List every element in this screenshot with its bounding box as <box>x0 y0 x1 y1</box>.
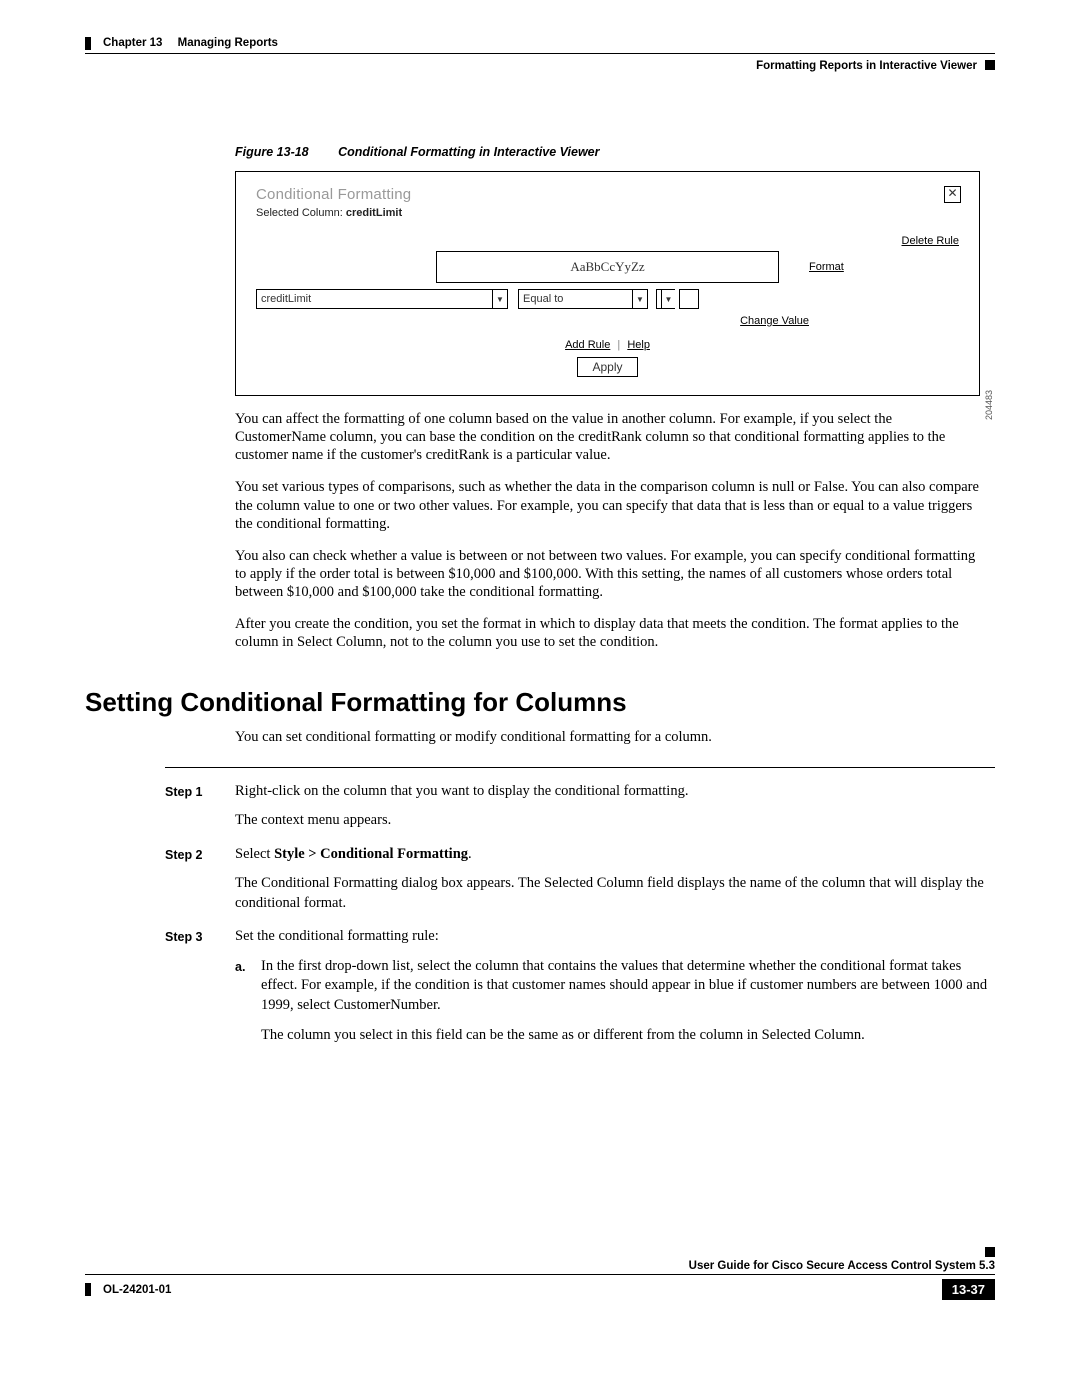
step-label: Step 1 <box>165 782 235 841</box>
step-text: Select Style > Conditional Formatting. <box>235 845 995 865</box>
format-preview-text: AaBbCcYyZz <box>570 259 644 275</box>
help-link[interactable]: Help <box>627 339 650 351</box>
substep-text: In the first drop-down list, select the … <box>261 957 995 1016</box>
step-text: Set the conditional formatting rule: <box>235 927 995 947</box>
close-icon[interactable]: ✕ <box>944 186 961 203</box>
chapter-title: Managing Reports <box>178 37 278 49</box>
header-square-icon <box>985 60 995 70</box>
page-header: Chapter 13 Managing Reports Formatting R… <box>85 35 995 95</box>
section-intro: You can set conditional formatting or mo… <box>235 728 980 746</box>
column-dropdown[interactable]: creditLimit ▼ <box>256 289 508 309</box>
step-label: Step 2 <box>165 845 235 924</box>
substep-row: a. In the first drop-down list, select t… <box>235 957 995 1055</box>
chapter-label: Chapter 13 <box>103 37 162 49</box>
selected-column-value: creditLimit <box>346 207 402 219</box>
footer-guide-title: User Guide for Cisco Secure Access Contr… <box>689 1260 995 1272</box>
chapter-line: Chapter 13 Managing Reports <box>103 37 278 49</box>
body-paragraph: After you create the condition, you set … <box>235 615 980 651</box>
header-subheading: Formatting Reports in Interactive Viewer <box>756 60 977 72</box>
format-link[interactable]: Format <box>809 261 844 273</box>
apply-button[interactable]: Apply <box>577 357 637 377</box>
conditional-formatting-dialog: ✕ Conditional Formatting Selected Column… <box>235 171 980 396</box>
selected-column-label: Selected Column: <box>256 207 343 219</box>
step-text: The context menu appears. <box>235 811 995 831</box>
dialog-actions: Add Rule | Help Apply <box>256 339 959 377</box>
page-number-badge: 13-37 <box>942 1279 995 1300</box>
format-preview-box: AaBbCcYyZz <box>436 251 779 283</box>
figure-caption: Figure 13-18 Conditional Formatting in I… <box>235 145 980 159</box>
dialog-title: Conditional Formatting <box>256 186 959 203</box>
value-input[interactable] <box>679 289 699 309</box>
chevron-down-icon: ▼ <box>492 290 507 308</box>
page-footer: User Guide for Cisco Secure Access Contr… <box>85 1260 995 1300</box>
body-paragraph: You can affect the formatting of one col… <box>235 410 980 464</box>
header-ornament <box>85 37 91 50</box>
operator-dropdown[interactable]: Equal to ▼ <box>518 289 648 309</box>
delete-rule-link[interactable]: Delete Rule <box>902 235 959 247</box>
footer-ornament <box>85 1283 91 1296</box>
delete-rule-area: Delete Rule <box>256 231 959 247</box>
step-row: Step 2 Select Style > Conditional Format… <box>165 845 995 924</box>
value-dropdown[interactable]: ▼ <box>656 289 675 309</box>
step-label: Step 3 <box>165 927 235 1059</box>
section-heading: Setting Conditional Formatting for Colum… <box>85 687 995 718</box>
footer-doc-id: OL-24201-01 <box>103 1284 171 1296</box>
footer-square-icon <box>985 1247 995 1257</box>
figure-title: Conditional Formatting in Interactive Vi… <box>338 145 599 159</box>
figure-id: 204483 <box>984 390 994 420</box>
body-paragraph: You set various types of comparisons, su… <box>235 478 980 532</box>
change-value-link[interactable]: Change Value <box>740 315 809 327</box>
add-rule-link[interactable]: Add Rule <box>565 339 610 351</box>
body-paragraph: You also can check whether a value is be… <box>235 547 980 601</box>
step-text: The Conditional Formatting dialog box ap… <box>235 874 995 913</box>
substep-text: The column you select in this field can … <box>261 1026 995 1046</box>
chevron-down-icon: ▼ <box>661 290 675 308</box>
figure-number: Figure 13-18 <box>235 145 309 159</box>
header-rule <box>85 53 995 54</box>
operator-dropdown-value: Equal to <box>523 293 563 305</box>
step-text: Right-click on the column that you want … <box>235 782 995 802</box>
chevron-down-icon: ▼ <box>632 290 647 308</box>
column-dropdown-value: creditLimit <box>261 293 311 305</box>
selected-column-line: Selected Column: creditLimit <box>256 207 959 219</box>
steps-rule <box>165 767 995 768</box>
separator: | <box>617 339 620 351</box>
substep-label: a. <box>235 957 261 1055</box>
step-row: Step 1 Right-click on the column that yo… <box>165 782 995 841</box>
step-row: Step 3 Set the conditional formatting ru… <box>165 927 995 1059</box>
